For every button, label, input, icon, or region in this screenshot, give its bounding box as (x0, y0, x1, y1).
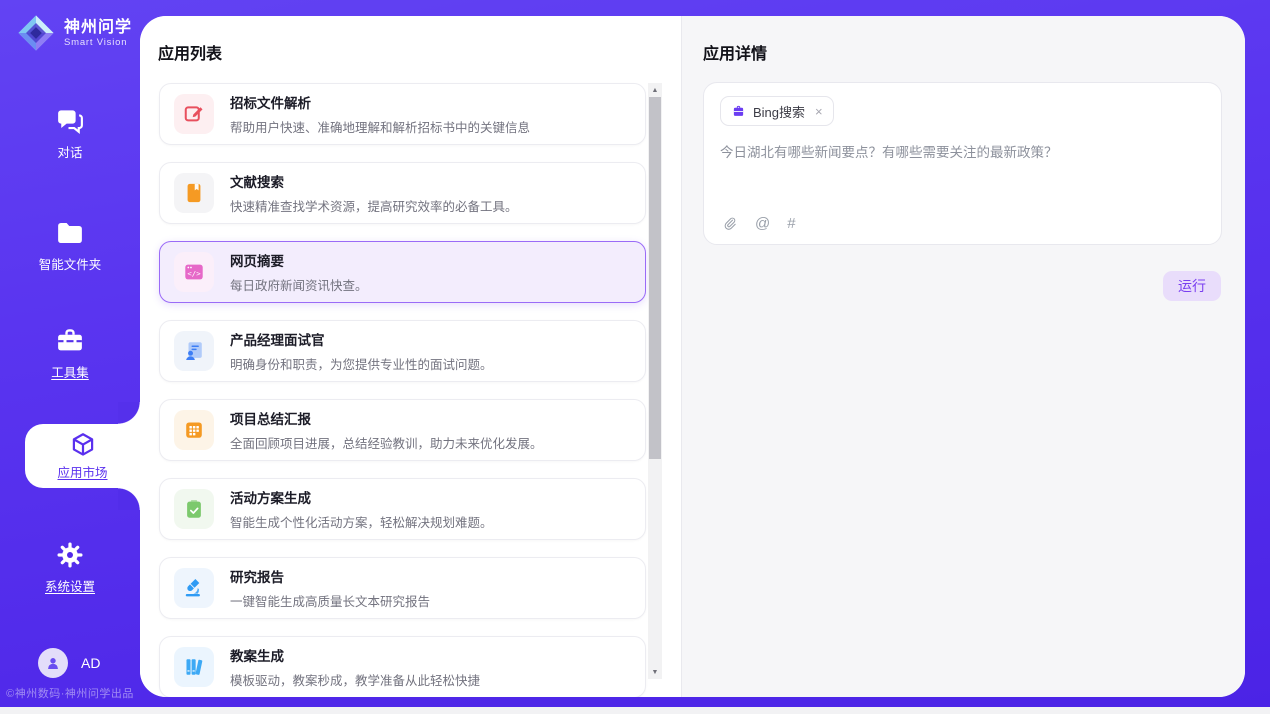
app-description: 模板驱动，教案秒成，教学准备从此轻松快捷 (230, 670, 480, 689)
svg-text:</>: </> (187, 269, 201, 278)
app-window: 神州问学 Smart Vision 对话智能文件夹工具集应用市场系统设置 AD … (0, 0, 1270, 707)
query-input[interactable]: 今日湖北有哪些新闻要点？有哪些需要关注的最新政策？ (720, 143, 1205, 163)
interview-icon (174, 331, 214, 371)
sidebar-item-chat[interactable]: 对话 (0, 106, 140, 161)
calendar-icon (174, 410, 214, 450)
run-button[interactable]: 运行 (1163, 271, 1221, 301)
briefcase-icon (731, 104, 746, 119)
clipboard-check-icon (174, 489, 214, 529)
sidebar: 神州问学 Smart Vision 对话智能文件夹工具集应用市场系统设置 AD … (0, 0, 140, 707)
sidebar-item-label: 工具集 (0, 362, 140, 381)
app-title: 招标文件解析 (230, 92, 530, 112)
chat-icon (0, 106, 140, 136)
composer-toolbar: @ # (722, 215, 796, 232)
app-title: 网页摘要 (230, 250, 368, 270)
books-icon (174, 647, 214, 687)
cube-icon (69, 431, 97, 459)
app-description: 每日政府新闻资讯快查。 (230, 275, 368, 294)
folder-icon (0, 218, 140, 248)
paperclip-icon[interactable] (722, 216, 738, 232)
app-list-title: 应用列表 (158, 40, 222, 64)
sidebar-item-app-market[interactable]: 应用市场 (25, 424, 140, 488)
sidebar-item-label: 智能文件夹 (0, 254, 140, 273)
diamond-logo-icon (16, 13, 56, 53)
app-title: 项目总结汇报 (230, 408, 543, 428)
microscope-icon (174, 568, 214, 608)
app-card-1[interactable]: 招标文件解析帮助用户快速、准确地理解和解析招标书中的关键信息 (159, 83, 646, 145)
app-card-8[interactable]: 教案生成模板驱动，教案秒成，教学准备从此轻松快捷 (159, 636, 646, 697)
user-initials: AD (81, 655, 100, 671)
app-title: 神州问学 (64, 19, 132, 37)
sidebar-item-settings[interactable]: 系统设置 (0, 540, 140, 595)
app-description: 智能生成个性化活动方案，轻松解决规划难题。 (230, 512, 493, 531)
browser-code-icon: </> (174, 252, 214, 292)
app-title: 研究报告 (230, 566, 430, 586)
sidebar-item-toolset[interactable]: 工具集 (0, 326, 140, 381)
app-description: 帮助用户快速、准确地理解和解析招标书中的关键信息 (230, 117, 530, 136)
app-description: 明确身份和职责，为您提供专业性的面试问题。 (230, 354, 493, 373)
app-card-3[interactable]: </> 网页摘要每日政府新闻资讯快查。 (159, 241, 646, 303)
edit-square-icon (174, 94, 214, 134)
app-card-4[interactable]: 产品经理面试官明确身份和职责，为您提供专业性的面试问题。 (159, 320, 646, 382)
hash-icon[interactable]: # (787, 215, 795, 232)
mention-icon[interactable]: @ (755, 215, 770, 232)
app-card-7[interactable]: 研究报告一键智能生成高质量长文本研究报告 (159, 557, 646, 619)
app-title: 产品经理面试官 (230, 329, 493, 349)
app-description: 快速精准查找学术资源，提高研究效率的必备工具。 (230, 196, 518, 215)
prompt-card: Bing搜索 × 今日湖北有哪些新闻要点？有哪些需要关注的最新政策？ @ # (703, 82, 1222, 245)
app-list-panel: 应用列表 招标文件解析帮助用户快速、准确地理解和解析招标书中的关键信息文献搜索快… (140, 16, 681, 697)
sidebar-item-smart-folder[interactable]: 智能文件夹 (0, 218, 140, 273)
app-title: 教案生成 (230, 645, 480, 665)
app-detail-panel: 应用详情 Bing搜索 × 今日湖北有哪些新闻要点？有哪些需要关注的最新政策？ (681, 16, 1245, 697)
avatar (38, 648, 68, 678)
app-description: 全面回顾项目进展，总结经验教训，助力未来优化发展。 (230, 433, 543, 452)
app-card-6[interactable]: 活动方案生成智能生成个性化活动方案，轻松解决规划难题。 (159, 478, 646, 540)
toolbox-icon (0, 326, 140, 356)
user-account[interactable]: AD (38, 648, 100, 678)
app-description: 一键智能生成高质量长文本研究报告 (230, 591, 430, 610)
close-icon[interactable]: × (815, 105, 823, 118)
app-list-items: 招标文件解析帮助用户快速、准确地理解和解析招标书中的关键信息文献搜索快速精准查找… (159, 83, 646, 697)
sidebar-item-label: 系统设置 (0, 576, 140, 595)
scroll-down-icon[interactable]: ▼ (648, 665, 662, 679)
app-logo[interactable]: 神州问学 Smart Vision (16, 13, 132, 53)
sidebar-item-label: 应用市场 (57, 462, 107, 481)
scroll-up-icon[interactable]: ▲ (648, 83, 662, 97)
app-card-2[interactable]: 文献搜索快速精准查找学术资源，提高研究效率的必备工具。 (159, 162, 646, 224)
app-title: 文献搜索 (230, 171, 518, 191)
list-scrollbar[interactable]: ▲ ▼ (648, 83, 662, 679)
book-icon (174, 173, 214, 213)
app-card-5[interactable]: 项目总结汇报全面回顾项目进展，总结经验教训，助力未来优化发展。 (159, 399, 646, 461)
copyright-footer: ©神州数码·神州问学出品 (0, 685, 140, 701)
tool-tag-bing-search[interactable]: Bing搜索 × (720, 96, 834, 126)
sidebar-item-label: 对话 (0, 142, 140, 161)
scrollbar-thumb[interactable] (649, 97, 661, 459)
app-detail-title: 应用详情 (703, 40, 767, 64)
gear-icon (0, 540, 140, 570)
app-title: 活动方案生成 (230, 487, 493, 507)
main-content: 应用列表 招标文件解析帮助用户快速、准确地理解和解析招标书中的关键信息文献搜索快… (140, 16, 1245, 697)
tool-tag-label: Bing搜索 (753, 102, 805, 121)
app-subtitle: Smart Vision (64, 37, 132, 48)
